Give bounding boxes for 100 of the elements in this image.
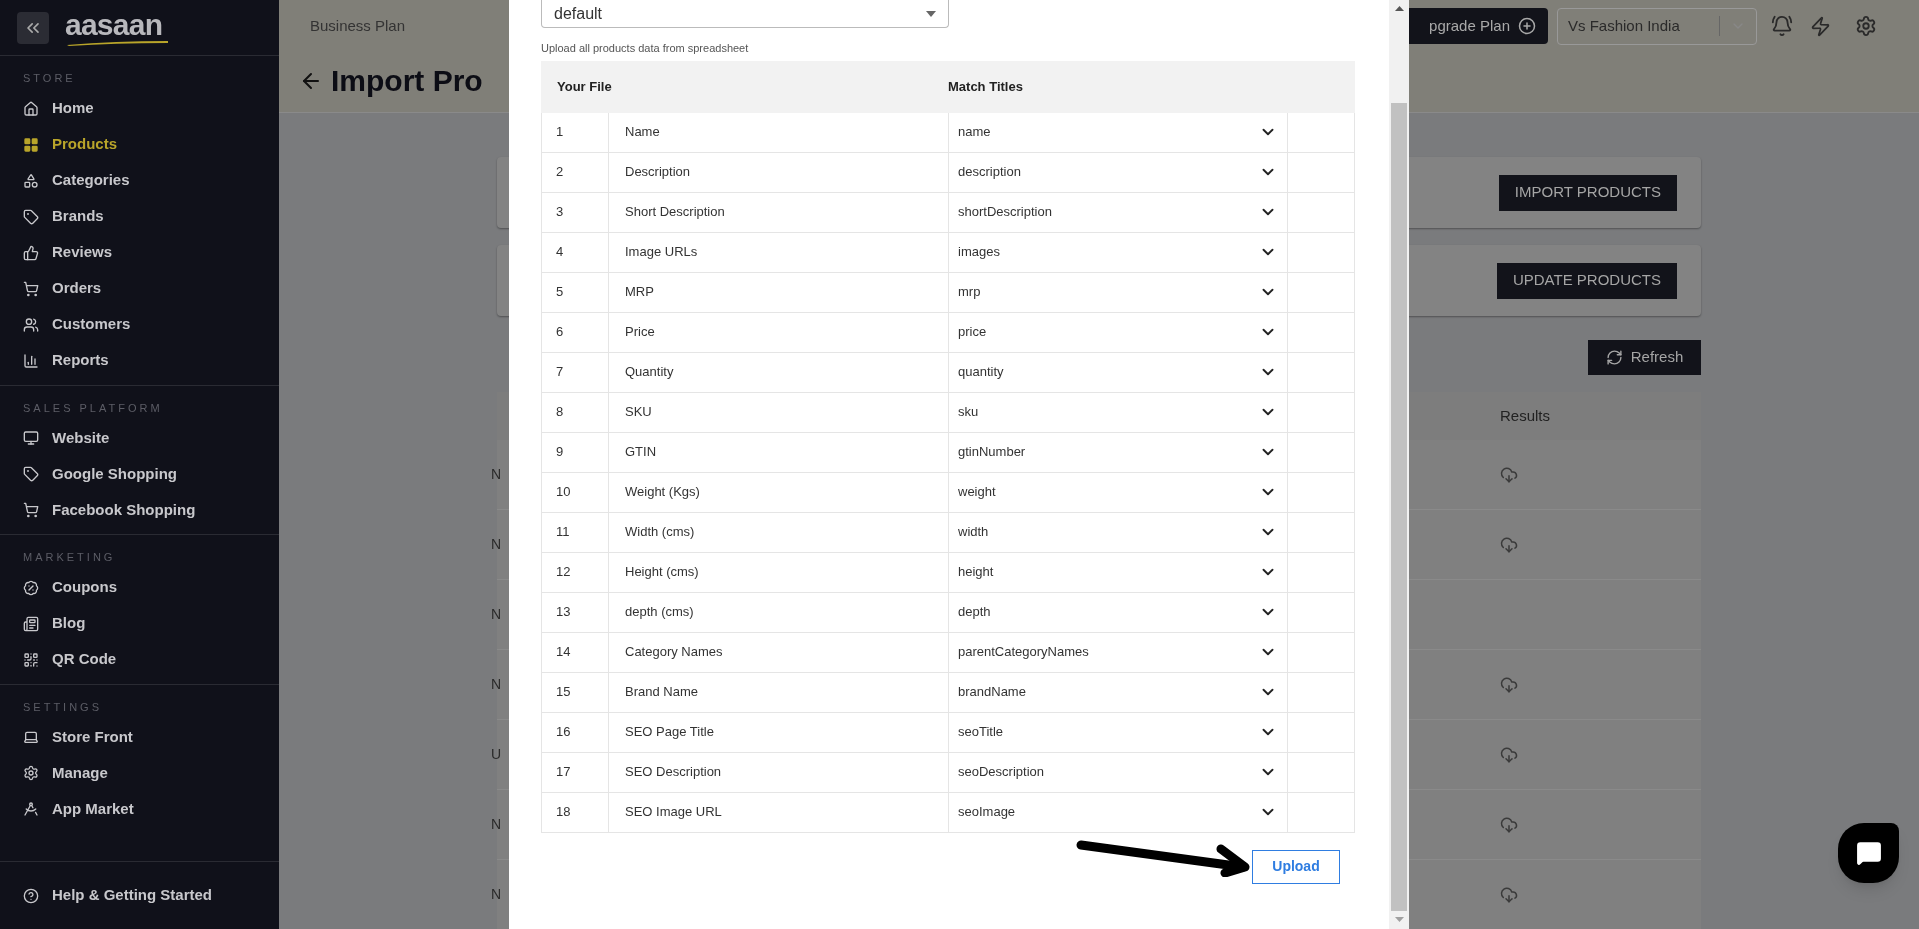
cloud-download-icon[interactable]	[1500, 885, 1518, 904]
tag-icon	[23, 208, 39, 225]
row-number: 18	[556, 803, 571, 822]
match-select[interactable]: weight	[949, 472, 1288, 512]
row-number: 6	[556, 323, 564, 342]
sidebar-item[interactable]: Website	[0, 420, 279, 456]
match-select[interactable]: name	[949, 112, 1288, 152]
sidebar-item[interactable]: Products	[0, 126, 279, 163]
scroll-up-icon[interactable]	[1394, 6, 1404, 11]
sidebar-item[interactable]: Reports	[0, 342, 279, 379]
caret-icon	[926, 10, 936, 17]
document-icon	[23, 615, 39, 632]
cloud-download-icon[interactable]	[1500, 815, 1518, 834]
template-select[interactable]: default	[541, 0, 949, 28]
table-cell-text: SEO Page Title	[625, 723, 714, 742]
chat-icon	[1855, 840, 1882, 866]
match-select[interactable]: width	[949, 512, 1288, 552]
help-link[interactable]: Help & Getting Started	[0, 884, 212, 907]
table-cell-text: SEO Description	[625, 763, 722, 782]
table-cell-text: Price	[625, 323, 655, 342]
badge-percent-icon	[23, 579, 39, 596]
sidebar-item[interactable]: Categories	[0, 162, 279, 199]
cloud-download-icon[interactable]	[1500, 745, 1518, 764]
sidebar-item[interactable]: Blog	[0, 605, 279, 642]
sidebar-item[interactable]: Orders	[0, 270, 279, 307]
table-cell-text: N	[491, 465, 503, 484]
scrollbar-thumb[interactable]	[1391, 103, 1407, 911]
sidebar-item[interactable]: Google Shopping	[0, 456, 279, 492]
bar-chart-icon	[23, 352, 39, 369]
cloud-download-icon[interactable]	[1500, 535, 1518, 554]
row-number: 14	[556, 643, 571, 662]
sidebar-item[interactable]: Home	[0, 90, 279, 127]
table-cell-text: N	[491, 815, 503, 834]
action-button[interactable]: IMPORT PRODUCTS	[1498, 174, 1677, 211]
match-select[interactable]: sku	[949, 392, 1288, 432]
match-select[interactable]: mrp	[949, 272, 1288, 312]
grid-icon	[23, 136, 39, 153]
hint-text: Upload all products data from spreadsheet	[541, 41, 749, 56]
sidebar-item[interactable]: QR Code	[0, 641, 279, 678]
match-select[interactable]: parentCategoryNames	[949, 632, 1288, 672]
logo: aasaan	[65, 9, 170, 46]
table-cell-text: Category Names	[625, 643, 723, 662]
table-cell-text: Width (cms)	[625, 523, 695, 542]
sidebar-item[interactable]: Facebook Shopping	[0, 492, 279, 528]
row-number: 8	[556, 403, 564, 422]
row-number: 16	[556, 723, 571, 742]
refresh-button[interactable]: Refresh	[1588, 340, 1701, 375]
section-heading: MARKETING	[22, 550, 116, 565]
sidebar-item[interactable]: App Market	[0, 791, 279, 827]
users-icon	[23, 316, 39, 333]
match-select[interactable]: depth	[949, 592, 1288, 632]
laptop-icon	[23, 729, 39, 745]
match-select[interactable]: seoImage	[949, 792, 1288, 832]
sidebar-item[interactable]: Brands	[0, 198, 279, 235]
sidebar-item[interactable]: Reviews	[0, 234, 279, 271]
action-button[interactable]: UPDATE PRODUCTS	[1496, 262, 1677, 299]
column-header: Match Titles	[948, 77, 1023, 96]
section-heading: STORE	[22, 71, 76, 86]
home-icon	[23, 100, 39, 117]
row-number: 10	[556, 483, 571, 502]
table-cell-text: GTIN	[625, 443, 657, 462]
match-select[interactable]: height	[949, 552, 1288, 592]
table-cell-text: Short Description	[625, 203, 725, 222]
collapse-button[interactable]	[17, 11, 49, 44]
upload-button[interactable]: Upload	[1252, 849, 1340, 884]
sidebar-item[interactable]: Customers	[0, 306, 279, 343]
table-cell-text: Name	[625, 123, 660, 142]
sidebar-item[interactable]: Coupons	[0, 569, 279, 606]
refresh-icon	[1605, 349, 1623, 366]
table-cell-text: SKU	[625, 403, 652, 422]
row-number: 5	[556, 283, 564, 302]
match-select[interactable]: images	[949, 232, 1288, 272]
lightning-icon[interactable]	[1810, 15, 1831, 37]
match-select[interactable]: quantity	[949, 352, 1288, 392]
table-cell-text: Brand Name	[625, 683, 698, 702]
sidebar-item[interactable]: Manage	[0, 755, 279, 791]
cloud-download-icon[interactable]	[1500, 465, 1518, 484]
scroll-down-icon[interactable]	[1394, 917, 1404, 922]
store-select[interactable]: Vs Fashion India	[1557, 7, 1757, 45]
bell-icon[interactable]	[1771, 15, 1793, 37]
match-select[interactable]: shortDescription	[949, 192, 1288, 232]
table-cell-text: MRP	[625, 283, 654, 302]
match-select[interactable]: brandName	[949, 672, 1288, 712]
table-cell-text: U	[491, 745, 503, 764]
chat-button[interactable]	[1838, 823, 1899, 883]
shapes-icon	[23, 172, 39, 189]
row-number: 13	[556, 603, 571, 622]
match-select[interactable]: description	[949, 152, 1288, 192]
table-cell-text: Description	[625, 163, 691, 182]
sidebar-item[interactable]: Store Front	[0, 719, 279, 755]
help-icon	[23, 887, 39, 904]
plan-label: Business Plan	[309, 15, 406, 36]
match-select[interactable]: seoTitle	[949, 712, 1288, 752]
match-select[interactable]: seoDescription	[949, 752, 1288, 792]
match-select[interactable]: price	[949, 312, 1288, 352]
thumbs-up-icon	[23, 244, 39, 261]
table-cell-text: Image URLs	[625, 243, 698, 262]
cloud-download-icon[interactable]	[1500, 675, 1518, 694]
match-select[interactable]: gtinNumber	[949, 432, 1288, 472]
settings-icon[interactable]	[1855, 15, 1877, 37]
